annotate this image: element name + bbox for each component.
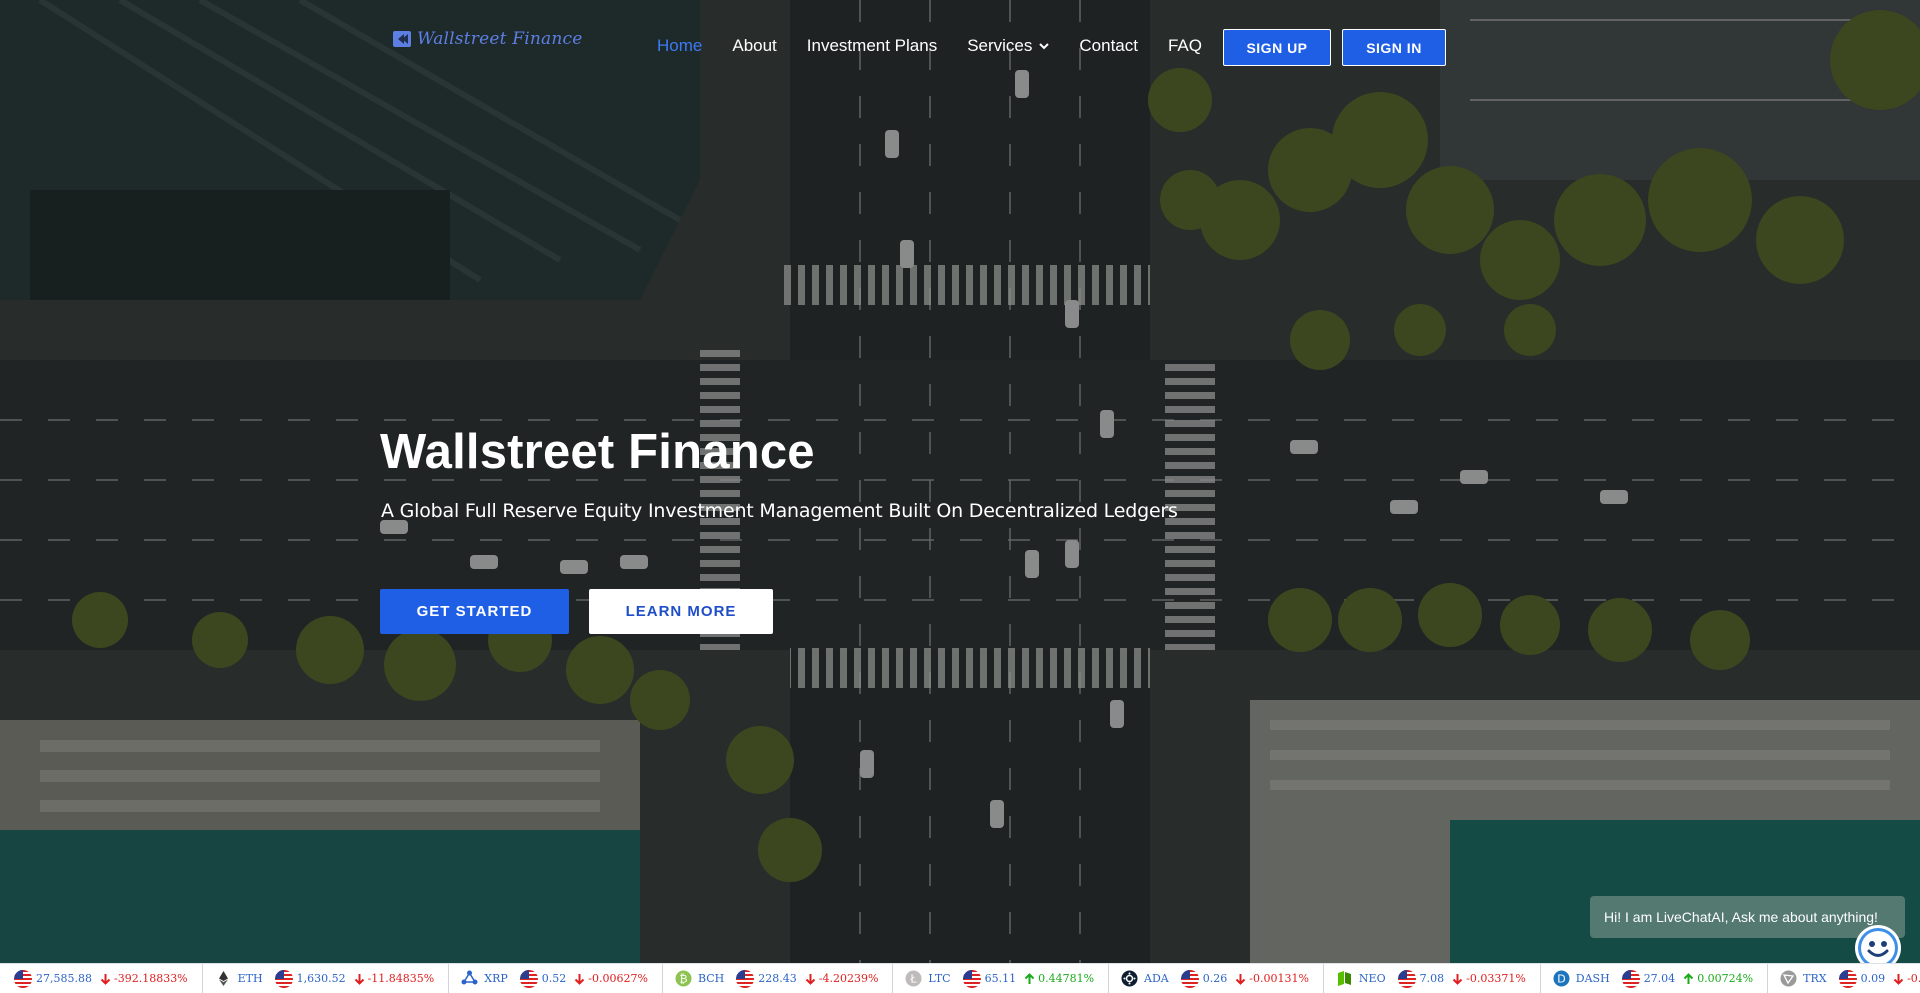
arrow-down-icon (575, 973, 585, 985)
ticker-change: 0.44781% (1038, 972, 1095, 985)
arrow-down-icon (354, 973, 364, 985)
ticker-change: -0.00131% (1249, 972, 1309, 985)
ticker-price: 27.04 (1643, 972, 1676, 985)
ticker-price: 27,585.88 (36, 972, 92, 985)
us-flag-icon (1838, 969, 1857, 988)
us-flag-icon (962, 969, 981, 988)
arrow-down-icon (805, 973, 815, 985)
site-logo[interactable]: Wallstreet Finance (393, 29, 583, 49)
nav-contact[interactable]: Contact (1079, 36, 1138, 56)
tron-icon (1780, 970, 1797, 987)
us-flag-icon (736, 969, 755, 988)
ticker-change: -0.03371% (1466, 972, 1526, 985)
dash-icon: D (1553, 970, 1570, 987)
ticker-item-neo[interactable]: NEO 7.08 -0.03371% (1324, 964, 1541, 993)
sign-in-button[interactable]: SIGN IN (1342, 29, 1446, 66)
us-flag-icon (274, 969, 293, 988)
cardano-icon (1121, 970, 1138, 987)
svg-text:₿: ₿ (679, 973, 687, 986)
ticker-item-bch[interactable]: ₿ BCH 228.43 -4.20239% (663, 964, 894, 993)
main-nav: Home About Investment Plans Services Con… (657, 36, 1232, 56)
get-started-button[interactable]: GET STARTED (380, 589, 569, 634)
ticker-price: 228.43 (758, 972, 797, 985)
ticker-item-ltc[interactable]: Ł LTC 65.11 0.44781% (893, 964, 1110, 993)
ticker-symbol: LTC (928, 972, 951, 985)
ticker-item-dash[interactable]: D DASH 27.04 0.00724% (1541, 964, 1769, 993)
nav-services-label: Services (967, 36, 1033, 55)
sign-up-button[interactable]: SIGN UP (1223, 29, 1331, 66)
ticker-symbol: ETH (237, 972, 263, 985)
nav-services[interactable]: Services (967, 36, 1050, 56)
learn-more-button[interactable]: LEARN MORE (589, 589, 773, 634)
us-flag-icon (14, 969, 32, 988)
crypto-ticker: 27,585.88 -392.18833% ETH 1,630.52 -11.8… (0, 963, 1920, 993)
ticker-price: 1,630.52 (296, 972, 346, 985)
arrow-down-icon (1236, 973, 1246, 985)
arrow-down-icon (1893, 973, 1904, 985)
ticker-item-trx[interactable]: TRX 0.09 -0.00 (1768, 964, 1920, 993)
ripple-icon (461, 970, 478, 985)
ticker-symbol: ADA (1144, 972, 1169, 985)
logo-mark-icon (393, 31, 411, 47)
ticker-price: 65.11 (984, 972, 1017, 985)
litecoin-icon: Ł (905, 970, 922, 987)
logo-text: Wallstreet Finance (417, 29, 583, 49)
ticker-symbol: TRX (1803, 972, 1827, 985)
chevron-down-icon (1039, 42, 1050, 49)
ticker-symbol: DASH (1575, 972, 1610, 985)
neo-icon (1337, 971, 1351, 986)
ticker-change: 0.00724% (1697, 972, 1754, 985)
ticker-change: -0.00627% (588, 972, 648, 985)
arrow-up-icon (1024, 972, 1035, 984)
ticker-item-xrp[interactable]: XRP 0.52 -0.00627% (449, 964, 663, 993)
bitcoin-cash-icon: ₿ (675, 970, 692, 987)
arrow-down-icon (1452, 973, 1463, 985)
arrow-up-icon (1683, 972, 1694, 984)
us-flag-icon (1397, 969, 1416, 988)
svg-text:Ł: Ł (910, 973, 918, 986)
ticker-price: 0.26 (1202, 972, 1228, 985)
svg-text:D: D (1557, 973, 1565, 986)
hero-background (0, 0, 1920, 993)
hero-title: Wallstreet Finance (380, 425, 815, 479)
ticker-price: 0.52 (541, 972, 567, 985)
ticker-symbol: BCH (697, 972, 725, 985)
ticker-item-eth[interactable]: ETH 1,630.52 -11.84835% (203, 964, 450, 993)
ticker-item-ada[interactable]: ADA 0.26 -0.00131% (1109, 964, 1324, 993)
nav-investment-plans[interactable]: Investment Plans (807, 36, 937, 56)
nav-faq[interactable]: FAQ (1168, 36, 1202, 56)
us-flag-icon (1180, 969, 1199, 988)
ticker-change: -11.84835% (367, 972, 435, 985)
ticker-symbol: NEO (1358, 972, 1386, 985)
ticker-item-btc[interactable]: 27,585.88 -392.18833% (0, 964, 203, 993)
ticker-symbol: XRP (484, 972, 508, 985)
hero-subtitle: A Global Full Reserve Equity Investment … (381, 500, 1178, 522)
ticker-change: -0.00 (1907, 972, 1920, 985)
ticker-price: 7.08 (1419, 972, 1445, 985)
arrow-down-icon (100, 973, 111, 985)
us-flag-icon (1621, 969, 1640, 988)
ticker-change: -4.20239% (818, 972, 879, 985)
nav-about[interactable]: About (732, 36, 776, 56)
nav-home[interactable]: Home (657, 36, 702, 56)
ticker-price: 0.09 (1860, 972, 1886, 985)
ticker-change: -392.18833% (113, 972, 188, 985)
us-flag-icon (519, 969, 538, 988)
ethereum-icon (218, 971, 228, 986)
